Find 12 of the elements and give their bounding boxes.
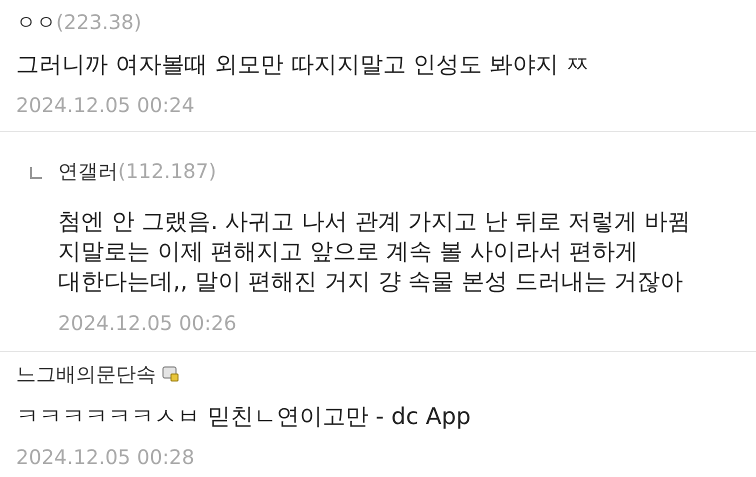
ip-address: (223.38) [56,10,142,34]
comment-date: 2024.12.05 00:26 [58,311,238,335]
comment-text: ㅋㅋㅋㅋㅋㅋㅅㅂ 믿친ㄴ연이고만 - dc App [16,403,472,432]
nickname: 느그배의문단속 [16,360,156,388]
comment-text: 첨엔 안 그랬음. 사귀고 나서 관계 가지고 난 뒤로 저렇게 바뀜 지말로는 이제 편해지고 앞으로 계속 볼 사이라서 편하게 대한다는데,, 말이 편해진 거지 걍 속물 본성 드러내는 거잖아 [58,208,692,297]
nickname: ㅇㅇ [16,8,56,36]
comment-text: 그러니까 여자볼때 외모만 따지지말고 인성도 봐야지 ㅉ [16,51,590,80]
comment-date: 2024.12.05 00:24 [16,93,196,117]
ip-address: (112.187) [118,159,216,183]
nickname: 연갤러 [58,158,118,184]
comment-date: 2024.12.05 00:28 [16,445,196,469]
reply-arrow-icon [30,167,42,179]
